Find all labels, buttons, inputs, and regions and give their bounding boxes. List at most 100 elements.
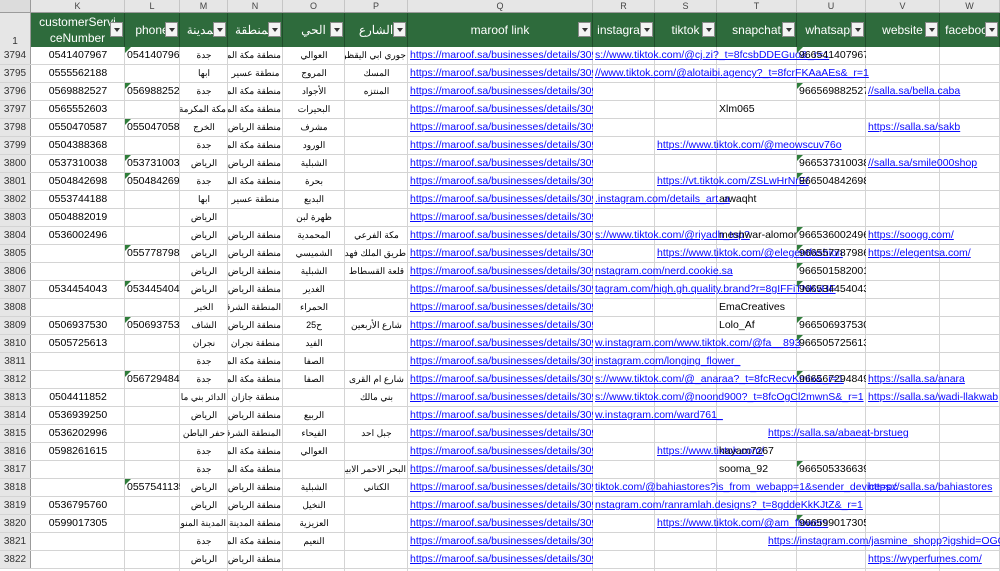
cell-t[interactable] [717, 389, 797, 406]
cell-o[interactable]: الفيد [283, 335, 345, 352]
cell-nn[interactable]: منطقة الرياض [228, 407, 283, 424]
cell-u[interactable]: 966505336639 [797, 461, 866, 478]
cell-u[interactable]: 966536002496 [797, 227, 866, 244]
column-letter-l[interactable]: L [125, 0, 180, 12]
column-letter-n[interactable]: N [228, 0, 283, 12]
cell-q[interactable]: https://maroof.sa/businesses/details/309… [408, 155, 593, 172]
cell-k[interactable] [31, 263, 125, 280]
row-number[interactable]: 3805 [0, 245, 31, 262]
cell-p[interactable]: مكة الفرعي [345, 227, 408, 244]
cell-t[interactable] [717, 407, 797, 424]
cell-q[interactable]: https://maroof.sa/businesses/details/309… [408, 479, 593, 496]
cell-u[interactable] [797, 209, 866, 226]
row-number[interactable]: 3798 [0, 119, 31, 136]
cell-nn[interactable]: منطقة الرياض [228, 119, 283, 136]
cell-w[interactable] [940, 65, 1000, 82]
cell-u[interactable] [797, 479, 866, 496]
cell-w[interactable] [940, 317, 1000, 334]
cell-q[interactable]: https://maroof.sa/businesses/details/309… [408, 533, 593, 550]
row-number[interactable]: 3796 [0, 83, 31, 100]
cell-t[interactable] [717, 515, 797, 532]
cell-s[interactable] [655, 227, 717, 244]
cell-nn[interactable]: منطقة الرياض [228, 263, 283, 280]
cell-w[interactable] [940, 299, 1000, 316]
cell-t[interactable] [717, 479, 797, 496]
cell-p[interactable]: البحر الاحمر الابيت [345, 461, 408, 478]
cell-k[interactable]: 0504842698 [31, 173, 125, 190]
cell-l[interactable]: 0506937530 [125, 317, 180, 334]
cell-q[interactable]: https://maroof.sa/businesses/details/309… [408, 137, 593, 154]
cell-k[interactable]: 0504411852 [31, 389, 125, 406]
cell-o[interactable]: الأجواد [283, 83, 345, 100]
cell-p[interactable] [345, 137, 408, 154]
cell-u[interactable] [797, 551, 866, 568]
cell-p[interactable]: طريق الملك فهد [345, 245, 408, 262]
cell-m[interactable]: الخبر [180, 299, 228, 316]
cell-s[interactable] [655, 281, 717, 298]
cell-p[interactable]: المسك [345, 65, 408, 82]
column-letter-o[interactable]: O [283, 0, 345, 12]
cell-u[interactable]: 966505725613 [797, 335, 866, 352]
cell-s[interactable] [655, 551, 717, 568]
cell-o[interactable]: الغدير [283, 281, 345, 298]
cell-l[interactable] [125, 551, 180, 568]
cell-v[interactable] [866, 353, 940, 370]
cell-s[interactable] [655, 533, 717, 550]
filter-dropdown-icon[interactable] [782, 22, 795, 37]
cell-m[interactable]: الرياض [180, 479, 228, 496]
filter-dropdown-icon[interactable] [165, 22, 178, 37]
cell-nn[interactable]: منطقة الرياض [228, 479, 283, 496]
cell-m[interactable]: الخرج [180, 119, 228, 136]
cell-u[interactable] [797, 353, 866, 370]
cell-v[interactable] [866, 299, 940, 316]
row-number[interactable]: 3817 [0, 461, 31, 478]
spreadsheet[interactable]: KLMNOPQRSTUVW 1 customerServiceNumber pho… [0, 0, 1000, 571]
cell-r[interactable] [593, 551, 655, 568]
cell-t[interactable] [717, 155, 797, 172]
cell-m[interactable]: الدائر بني مالك [180, 389, 228, 406]
cell-m[interactable]: ابها [180, 65, 228, 82]
cell-r[interactable] [593, 137, 655, 154]
cell-s[interactable] [655, 425, 717, 442]
cell-nn[interactable]: منطقة مكة المكرمة [228, 443, 283, 460]
cell-k[interactable] [31, 371, 125, 388]
cell-p[interactable] [345, 281, 408, 298]
cell-o[interactable]: المروج [283, 65, 345, 82]
cell-r[interactable] [593, 443, 655, 460]
cell-v[interactable] [866, 65, 940, 82]
cell-p[interactable]: جبل احد [345, 425, 408, 442]
cell-k[interactable] [31, 533, 125, 550]
cell-u[interactable] [797, 65, 866, 82]
cell-s[interactable] [655, 83, 717, 100]
cell-l[interactable] [125, 191, 180, 208]
cell-t[interactable] [717, 551, 797, 568]
cell-nn[interactable]: منطقة الرياض [228, 155, 283, 172]
cell-s[interactable] [655, 263, 717, 280]
cell-l[interactable] [125, 533, 180, 550]
cell-k[interactable]: 0505725613 [31, 335, 125, 352]
filter-dropdown-icon[interactable] [985, 22, 998, 37]
cell-p[interactable]: المنتزه [345, 83, 408, 100]
cell-t[interactable] [717, 209, 797, 226]
cell-m[interactable]: جدة [180, 137, 228, 154]
cell-w[interactable] [940, 173, 1000, 190]
cell-q[interactable]: https://maroof.sa/businesses/details/309… [408, 227, 593, 244]
cell-w[interactable] [940, 533, 1000, 550]
cell-o[interactable] [283, 551, 345, 568]
cell-l[interactable]: 0550470587 [125, 119, 180, 136]
cell-v[interactable] [866, 407, 940, 424]
cell-k[interactable]: 0504882019 [31, 209, 125, 226]
cell-p[interactable] [345, 407, 408, 424]
cell-q[interactable]: https://maroof.sa/businesses/details/309… [408, 443, 593, 460]
cell-m[interactable]: جدة [180, 533, 228, 550]
cell-p[interactable] [345, 515, 408, 532]
cell-w[interactable] [940, 443, 1000, 460]
cell-nn[interactable]: منطقة الرياض [228, 245, 283, 262]
cell-m[interactable]: المدينة المنورة [180, 515, 228, 532]
cell-o[interactable]: مشرف [283, 119, 345, 136]
cell-u[interactable]: 966557787986 [797, 245, 866, 262]
cell-nn[interactable]: المنطقة الشرقية [228, 299, 283, 316]
row-number[interactable]: 3807 [0, 281, 31, 298]
cell-q[interactable]: https://maroof.sa/businesses/details/309… [408, 407, 593, 424]
cell-w[interactable] [940, 191, 1000, 208]
